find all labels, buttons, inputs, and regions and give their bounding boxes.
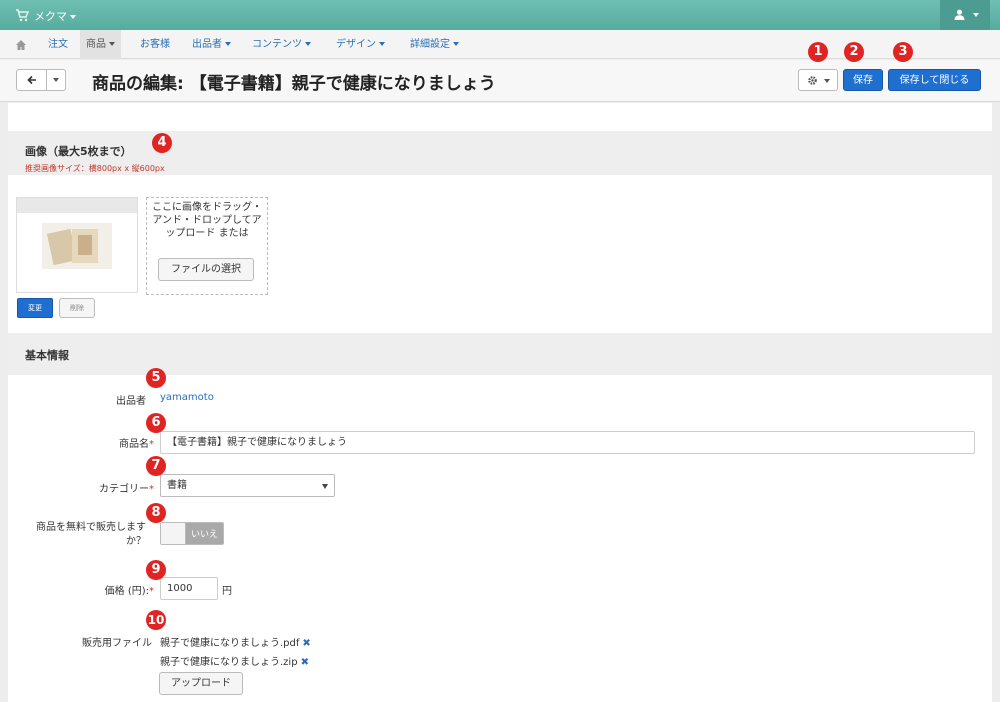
save-and-close-button[interactable]: 保存して閉じる: [888, 69, 981, 91]
product-name-label-text: 商品名: [119, 439, 149, 450]
change-image-button[interactable]: 変更: [17, 298, 53, 318]
save-button[interactable]: 保存: [843, 69, 883, 91]
nav-label: 注文: [48, 39, 68, 50]
remove-file-icon[interactable]: ✖: [301, 657, 309, 668]
callout-marker-1: 1: [808, 42, 828, 62]
nav-item-sellers[interactable]: 出品者: [186, 30, 237, 59]
required-mark: *: [149, 439, 154, 450]
chevron-down-icon: [70, 15, 76, 19]
callout-marker-3: 3: [893, 42, 913, 62]
nav-item-orders[interactable]: 注文: [42, 30, 74, 59]
back-button-group: [16, 69, 66, 91]
required-mark: *: [149, 586, 154, 597]
nav-label: お客様: [140, 39, 170, 50]
price-label-text: 価格 (円):: [104, 586, 149, 597]
free-sale-label-line: 商品を無料で販売します: [36, 522, 146, 533]
product-image-thumbnail[interactable]: [16, 197, 138, 293]
top-bar: メクマ: [0, 0, 1000, 30]
user-icon: [954, 9, 965, 20]
chevron-down-icon: [379, 42, 385, 46]
nav-item-settings[interactable]: 詳細設定: [404, 30, 465, 59]
basic-info-section-title: 基本情報: [25, 349, 69, 362]
nav-label: 出品者: [192, 39, 222, 50]
nav-item-customers[interactable]: お客様: [134, 30, 176, 59]
home-icon[interactable]: [15, 39, 27, 51]
category-label: カテゴリー*: [40, 480, 154, 495]
callout-marker-10: 10: [146, 610, 166, 630]
category-label-text: カテゴリー: [99, 484, 149, 495]
category-select[interactable]: 書籍: [160, 474, 335, 497]
dropdown-arrow-icon: [322, 484, 328, 489]
upload-button[interactable]: アップロード: [159, 672, 243, 695]
store-name: メクマ: [34, 10, 67, 23]
thumbnail-header: [17, 198, 137, 213]
image-size-hint: 推奨画像サイズ：横800px x 縦600px: [25, 164, 165, 173]
callout-marker-7: 7: [146, 456, 166, 476]
nav-item-products[interactable]: 商品: [80, 30, 121, 59]
file-name: 親子で健康になりましょう.pdf: [160, 638, 300, 649]
callout-marker-8: 8: [146, 503, 166, 523]
dropzone-text-line: ここに画像をドラッグ・: [152, 202, 262, 213]
sale-files-label: 販売用ファイル: [82, 638, 152, 649]
remove-file-icon[interactable]: ✖: [302, 638, 310, 649]
callout-marker-5: 5: [146, 368, 166, 388]
nav-label: 詳細設定: [410, 39, 450, 50]
file-name: 親子で健康になりましょう.zip: [160, 657, 298, 668]
delete-image-button[interactable]: 削除: [59, 298, 95, 318]
nav-item-contents[interactable]: コンテンツ: [246, 30, 317, 59]
choose-file-button[interactable]: ファイルの選択: [158, 258, 254, 281]
back-button[interactable]: [17, 70, 47, 90]
nav-label: 商品: [86, 39, 106, 50]
dropzone-text-line: アンド・ドロップしてア: [152, 215, 262, 226]
sale-file-item: 親子で健康になりましょう.zip ✖: [160, 653, 309, 668]
sale-file-item: 親子で健康になりましょう.pdf ✖: [160, 634, 311, 649]
product-name-input[interactable]: 【電子書籍】親子で健康になりましょう: [160, 431, 975, 454]
chevron-down-icon: [973, 13, 979, 17]
callout-marker-2: 2: [844, 42, 864, 62]
nav-item-design[interactable]: デザイン: [330, 30, 391, 59]
dropzone-text-line: ップロード または: [165, 228, 249, 239]
page-title: 商品の編集: 【電子書籍】親子で健康になりましょう: [92, 74, 496, 94]
toggle-state-label: いいえ: [191, 530, 219, 540]
product-name-label: 商品名*: [40, 435, 154, 450]
price-label: 価格 (円):*: [40, 582, 154, 597]
user-menu[interactable]: [940, 0, 990, 30]
chevron-down-icon: [53, 78, 59, 82]
callout-marker-9: 9: [146, 560, 166, 580]
chevron-down-icon: [305, 42, 311, 46]
chevron-down-icon: [453, 42, 459, 46]
nav-label: デザイン: [336, 39, 376, 50]
chevron-down-icon: [109, 42, 115, 46]
free-sale-toggle[interactable]: いいえ: [160, 522, 224, 545]
settings-dropdown-button[interactable]: [798, 69, 838, 91]
product-photo: [42, 223, 112, 269]
gear-icon: [808, 76, 817, 85]
required-mark: *: [149, 484, 154, 495]
seller-label: 出品者: [116, 396, 146, 407]
free-sale-label-line: か？: [126, 536, 146, 547]
images-section-title: 画像（最大5枚まで）: [25, 145, 132, 158]
chevron-down-icon: [824, 79, 830, 83]
arrow-left-icon: [27, 75, 36, 85]
history-dropdown[interactable]: [47, 70, 65, 90]
free-sale-label: 商品を無料で販売します か？: [24, 521, 146, 549]
callout-marker-6: 6: [146, 413, 166, 433]
nav-label: コンテンツ: [252, 39, 302, 50]
seller-link[interactable]: yamamoto: [160, 392, 214, 403]
callout-marker-4: 4: [152, 133, 172, 153]
category-selected-value: 書籍: [167, 480, 187, 491]
cart-icon: [16, 9, 29, 22]
toggle-knob: [161, 523, 186, 544]
price-unit: 円: [222, 586, 232, 597]
store-menu[interactable]: メクマ: [34, 8, 76, 24]
price-input[interactable]: 1000: [160, 577, 218, 600]
chevron-down-icon: [225, 42, 231, 46]
